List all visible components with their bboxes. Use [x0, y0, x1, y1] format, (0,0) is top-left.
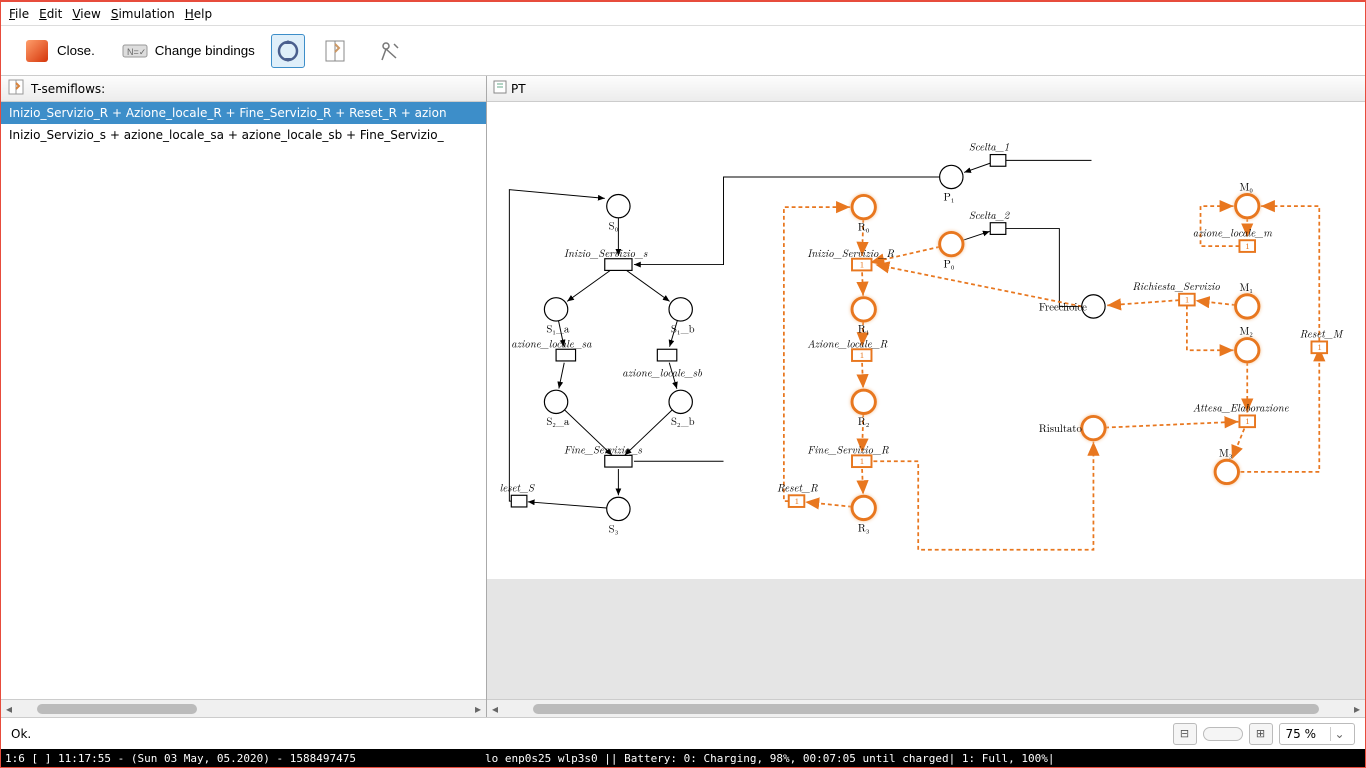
svg-text:R₃: R₃	[858, 520, 870, 535]
svg-text:1: 1	[860, 259, 864, 269]
status-text: Ok.	[11, 727, 1163, 741]
svg-text:R₀: R₀	[858, 219, 870, 234]
close-button-label: Close.	[57, 43, 95, 58]
bindings-icon: N=✓	[121, 37, 149, 65]
scroll-right-icon[interactable]: ▸	[470, 702, 486, 716]
svg-text:R₂: R₂	[858, 414, 870, 429]
right-scrollbar-h[interactable]: ◂ ▸	[487, 699, 1365, 717]
menubar: File Edit View Simulation Help	[1, 2, 1365, 26]
zoom-select[interactable]: 75 % ⌄	[1279, 723, 1356, 745]
right-panel: PT S₀ S₁_a S₁_b S₂_a S₂_b S₃ P₁ Freechoice R₀ P₀ R…	[487, 76, 1365, 717]
page-icon	[321, 37, 349, 65]
scroll-thumb[interactable]	[533, 704, 1319, 714]
statusbar: Ok. ⊟ ⊞ 75 % ⌄	[1, 717, 1365, 749]
svg-text:P₀: P₀	[944, 256, 955, 271]
svg-text:Fine_Servizio_R: Fine_Servizio_R	[807, 442, 889, 457]
zoom-controls: ⊟ ⊞ 75 % ⌄	[1173, 723, 1356, 745]
list-item[interactable]: Inizio_Servizio_s + azione_locale_sa + a…	[1, 124, 486, 146]
zoom-in-button[interactable]: ⊞	[1249, 723, 1273, 745]
svg-text:Richiesta_Servizio: Richiesta_Servizio	[1132, 279, 1220, 294]
page-button[interactable]	[311, 33, 359, 69]
svg-text:M₂: M₂	[1239, 324, 1253, 339]
svg-text:azione_locale_sa: azione_locale_sa	[511, 336, 592, 351]
svg-text:Freechoice: Freechoice	[1039, 299, 1087, 314]
toolbar: Close. N=✓ Change bindings	[1, 26, 1365, 76]
left-panel-header: T-semiflows:	[1, 76, 486, 102]
canvas-tab[interactable]: PT	[487, 76, 1365, 102]
svg-text:Scelta_1: Scelta_1	[969, 140, 1009, 155]
left-scrollbar-h[interactable]: ◂ ▸	[1, 699, 486, 717]
svg-text:S₀: S₀	[609, 219, 619, 234]
app-window: File Edit View Simulation Help Close. N=…	[0, 0, 1366, 768]
svg-text:Reset_R: Reset_R	[777, 480, 818, 495]
svg-text:P₁: P₁	[944, 189, 955, 204]
canvas[interactable]: S₀ S₁_a S₁_b S₂_a S₂_b S₃ P₁ Freechoice R₀ P₀ R₁ R₂…	[487, 102, 1365, 579]
zoom-slider[interactable]	[1203, 727, 1243, 741]
close-icon	[23, 37, 51, 65]
semiflow-header-icon	[7, 77, 27, 100]
svg-text:1: 1	[795, 496, 799, 506]
list-item[interactable]: Inizio_Servizio_R + Azione_locale_R + Fi…	[1, 102, 486, 124]
zoom-out-button[interactable]: ⊟	[1173, 723, 1197, 745]
change-bindings-button[interactable]: N=✓ Change bindings	[111, 33, 265, 69]
svg-text:1: 1	[1245, 416, 1249, 426]
canvas-tab-label: PT	[511, 82, 526, 96]
scroll-left-icon[interactable]: ◂	[1, 702, 17, 716]
menu-simulation[interactable]: Simulation	[111, 7, 175, 21]
svg-text:N=✓: N=✓	[127, 47, 146, 57]
os-status-right: lo enp0s25 wlp3s0 || Battery: 0: Chargin…	[485, 752, 1361, 765]
svg-text:Reset_M: Reset_M	[1300, 327, 1344, 342]
svg-text:1: 1	[860, 456, 864, 466]
svg-text:R₁: R₁	[858, 322, 870, 337]
svg-text:azione_locale_m: azione_locale_m	[1193, 225, 1273, 240]
svg-text:1: 1	[1245, 241, 1249, 251]
menu-view[interactable]: View	[72, 7, 100, 21]
zoom-value: 75 %	[1286, 727, 1317, 741]
svg-text:azione_locale_sb: azione_locale_sb	[622, 366, 702, 381]
measure-button[interactable]	[365, 33, 413, 69]
svg-text:1: 1	[1317, 342, 1321, 352]
svg-text:S₃: S₃	[609, 521, 619, 536]
svg-text:1: 1	[1185, 295, 1189, 305]
canvas-below	[487, 579, 1365, 699]
svg-text:Scelta_2: Scelta_2	[969, 208, 1010, 223]
chevron-down-icon: ⌄	[1330, 727, 1348, 741]
menu-edit[interactable]: Edit	[39, 7, 62, 21]
menu-help[interactable]: Help	[185, 7, 212, 21]
svg-text:Inizio_Servizio_s: Inizio_Servizio_s	[564, 246, 648, 261]
svg-text:S₂_a: S₂_a	[546, 414, 570, 429]
svg-text:Inizio_Servizio_R: Inizio_Servizio_R	[807, 246, 894, 261]
content-area: T-semiflows: Inizio_Servizio_R + Azione_…	[1, 76, 1365, 717]
menu-file[interactable]: File	[9, 7, 29, 21]
svg-text:M₃: M₃	[1219, 445, 1233, 460]
os-statusbar: 1:6 [ ] 11:17:55 - (Sun 03 May, 05.2020)…	[1, 749, 1365, 767]
svg-text:1: 1	[860, 350, 864, 360]
compass-icon	[375, 37, 403, 65]
svg-text:Fine_Servizio_s: Fine_Servizio_s	[564, 442, 643, 457]
svg-text:M₀: M₀	[1239, 180, 1253, 195]
svg-text:S₁_a: S₁_a	[546, 322, 570, 337]
svg-text:S₂_b: S₂_b	[671, 414, 695, 429]
change-bindings-label: Change bindings	[155, 43, 255, 58]
svg-text:M₁: M₁	[1239, 280, 1253, 295]
svg-text:leset_S: leset_S	[500, 480, 535, 495]
svg-text:S₁_b: S₁_b	[671, 322, 695, 337]
svg-text:Risultato: Risultato	[1039, 421, 1083, 436]
os-status-left: 1:6 [ ] 11:17:55 - (Sun 03 May, 05.2020)…	[5, 752, 485, 765]
left-panel: T-semiflows: Inizio_Servizio_R + Azione_…	[1, 76, 487, 717]
scroll-thumb[interactable]	[37, 704, 197, 714]
left-panel-title: T-semiflows:	[31, 82, 105, 96]
scroll-left-icon[interactable]: ◂	[487, 702, 503, 716]
svg-text:Azione_locale_R: Azione_locale_R	[807, 336, 887, 351]
scroll-right-icon[interactable]: ▸	[1349, 702, 1365, 716]
cycle-icon	[274, 37, 302, 65]
cycle-button[interactable]	[271, 34, 305, 68]
pt-tab-icon	[493, 80, 507, 97]
close-button[interactable]: Close.	[13, 33, 105, 69]
svg-text:Attesa_Elaborazione: Attesa_Elaborazione	[1193, 401, 1289, 416]
semiflow-list[interactable]: Inizio_Servizio_R + Azione_locale_R + Fi…	[1, 102, 486, 699]
